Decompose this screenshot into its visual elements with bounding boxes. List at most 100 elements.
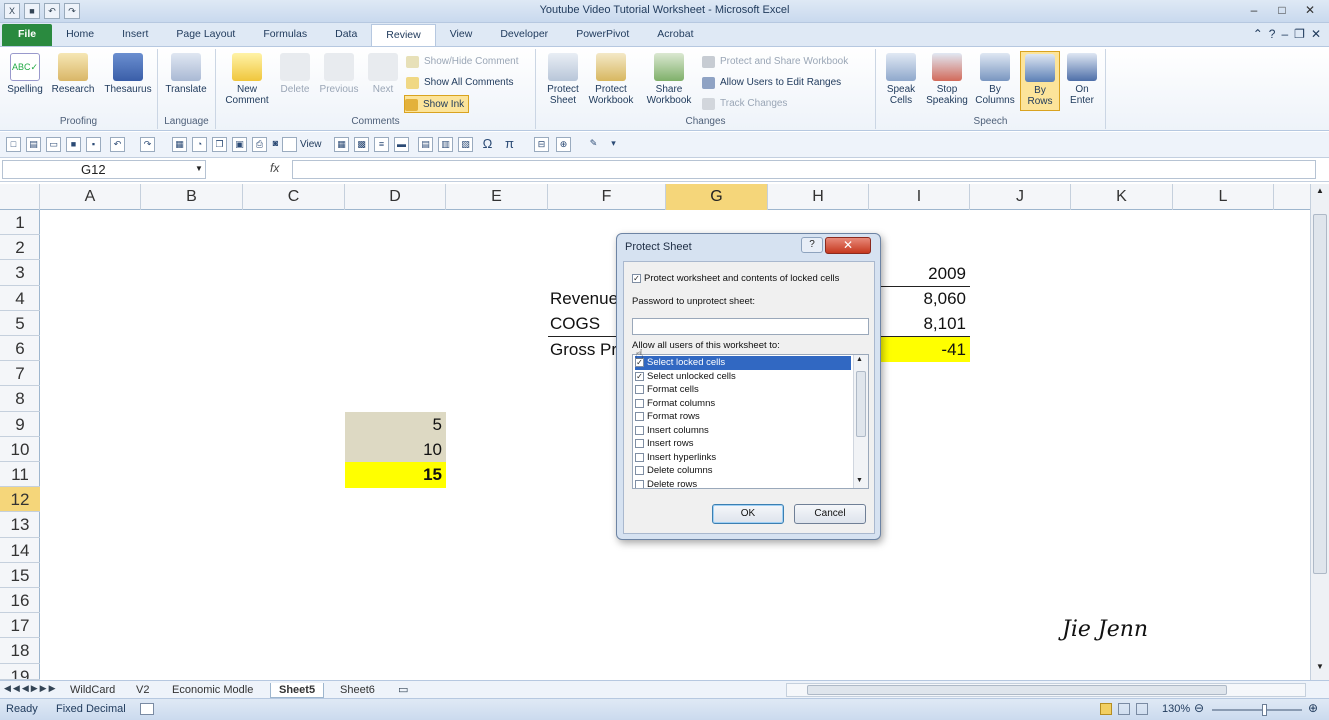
protect-and-share-button[interactable]: Protect and Share Workbook bbox=[702, 53, 848, 71]
macro-record-icon[interactable] bbox=[140, 703, 154, 715]
table-icon[interactable]: ▤ bbox=[418, 137, 433, 152]
row-header-16[interactable]: 16 bbox=[0, 588, 40, 614]
align-icon[interactable]: ≡ bbox=[374, 137, 389, 152]
tab-review[interactable]: Review bbox=[371, 24, 436, 46]
allow-users-edit-ranges-button[interactable]: Allow Users to Edit Ranges bbox=[702, 74, 841, 92]
list-scrollbar[interactable]: ▲ ▼ bbox=[853, 355, 868, 488]
insert-sheet-icon[interactable]: ▭ bbox=[398, 683, 408, 696]
row-header-3[interactable]: 3 bbox=[0, 260, 40, 286]
zoom-level[interactable]: 130% bbox=[1162, 703, 1190, 715]
cell-i3[interactable]: 2009 bbox=[869, 261, 970, 286]
protect-workbook-button[interactable]: Protect Workbook bbox=[588, 51, 634, 111]
dialog-help-button[interactable]: ? bbox=[801, 237, 823, 253]
name-box-dropdown-icon[interactable]: ▼ bbox=[195, 164, 203, 173]
zoom-in-icon[interactable]: ⊕ bbox=[1308, 701, 1318, 715]
cell-d9[interactable]: 5 bbox=[345, 412, 446, 437]
split-icon[interactable]: ▧ bbox=[458, 137, 473, 152]
stop-speaking-button[interactable]: Stop Speaking bbox=[924, 51, 970, 111]
list-item[interactable]: Format columns bbox=[635, 397, 851, 411]
tab-developer[interactable]: Developer bbox=[486, 24, 562, 46]
tab-view[interactable]: View bbox=[436, 24, 487, 46]
column-header-b[interactable]: B bbox=[141, 184, 243, 210]
zoom-out-icon[interactable]: ⊖ bbox=[1194, 701, 1204, 715]
redo-toolbar-icon[interactable]: ↷ bbox=[140, 137, 155, 152]
tab-insert[interactable]: Insert bbox=[108, 24, 162, 46]
list-scroll-down-icon[interactable]: ▼ bbox=[856, 477, 863, 484]
insert-function-icon[interactable]: fx bbox=[270, 161, 279, 175]
grid-icon[interactable]: ▩ bbox=[354, 137, 369, 152]
dialog-close-button[interactable]: ✕ bbox=[825, 237, 871, 254]
column-header-f[interactable]: F bbox=[548, 184, 666, 210]
borders-icon[interactable]: ▦ bbox=[334, 137, 349, 152]
previous-comment-button[interactable]: Previous bbox=[316, 51, 362, 111]
sheet-tab-sheet5[interactable]: Sheet5 bbox=[270, 683, 325, 698]
spelling-button[interactable]: ABC✓ Spelling bbox=[2, 51, 48, 111]
show-hide-comment-button[interactable]: Show/Hide Comment bbox=[406, 53, 518, 71]
sheet-tab-wildcard[interactable]: WildCard bbox=[62, 683, 123, 698]
row-header-1[interactable]: 1 bbox=[0, 210, 40, 236]
column-header-c[interactable]: C bbox=[243, 184, 345, 210]
row-header-6[interactable]: 6 bbox=[0, 336, 40, 362]
tab-formulas[interactable]: Formulas bbox=[249, 24, 321, 46]
tab-file[interactable]: File bbox=[2, 24, 53, 46]
chart-icon[interactable]: ◔ bbox=[192, 137, 207, 152]
next-comment-button[interactable]: Next bbox=[360, 51, 406, 111]
track-changes-button[interactable]: Track Changes bbox=[702, 95, 787, 113]
select-all-corner[interactable] bbox=[0, 184, 40, 210]
page-break-view-icon[interactable] bbox=[1136, 703, 1148, 715]
row-header-4[interactable]: 4 bbox=[0, 286, 40, 311]
folder-icon[interactable]: ▭ bbox=[46, 137, 61, 152]
column-header-g[interactable]: G bbox=[666, 184, 768, 210]
row-header-14[interactable]: 14 bbox=[0, 538, 40, 563]
row-header-5[interactable]: 5 bbox=[0, 311, 40, 336]
list-item[interactable]: Insert columns bbox=[635, 424, 851, 438]
name-box[interactable]: G12 bbox=[2, 160, 206, 179]
share-workbook-button[interactable]: Share Workbook bbox=[646, 51, 692, 111]
column-header-e[interactable]: E bbox=[446, 184, 548, 210]
paste-icon[interactable]: ▣ bbox=[232, 137, 247, 152]
save-toolbar-icon[interactable]: ■ bbox=[66, 137, 81, 152]
cell-d10[interactable]: 10 bbox=[345, 437, 446, 462]
zoom-slider-thumb[interactable] bbox=[1262, 704, 1267, 716]
row-header-10[interactable]: 10 bbox=[0, 437, 40, 462]
formula-input[interactable] bbox=[292, 160, 1316, 179]
minimize-icon[interactable]: – bbox=[1241, 2, 1267, 20]
help-icon[interactable]: ? bbox=[1269, 27, 1276, 41]
cell-i4[interactable]: 8,060 bbox=[869, 286, 970, 311]
window-restore-icon[interactable]: ❐ bbox=[1294, 27, 1305, 41]
thesaurus-button[interactable]: Thesaurus bbox=[102, 51, 154, 111]
column-header-l[interactable]: L bbox=[1173, 184, 1274, 210]
row-header-11[interactable]: 11 bbox=[0, 462, 40, 488]
new-file-icon[interactable]: □ bbox=[6, 137, 21, 152]
symbol-icon[interactable]: ⊟ bbox=[534, 137, 549, 152]
minimize-ribbon-icon[interactable]: ⌃ bbox=[1253, 27, 1263, 41]
fill-icon[interactable]: ▬ bbox=[394, 137, 409, 152]
view-checkbox[interactable] bbox=[282, 137, 297, 152]
list-item[interactable]: Insert hyperlinks bbox=[635, 451, 851, 465]
row-header-19[interactable]: 19 bbox=[0, 664, 40, 680]
show-ink-button[interactable]: Show Ink bbox=[404, 95, 470, 113]
ok-button[interactable]: OK bbox=[712, 504, 784, 524]
cell-i6[interactable]: -41 bbox=[869, 337, 970, 362]
row-header-13[interactable]: 13 bbox=[0, 512, 40, 538]
show-all-comments-button[interactable]: Show All Comments bbox=[406, 74, 513, 92]
translate-button[interactable]: Translate bbox=[163, 51, 209, 111]
undo-toolbar-icon[interactable]: ↶ bbox=[110, 137, 125, 152]
row-header-2[interactable]: 2 bbox=[0, 235, 40, 261]
scroll-up-icon[interactable]: ▲ bbox=[1313, 186, 1327, 200]
sheet-tab-economic-modle[interactable]: Economic Modle bbox=[164, 683, 261, 698]
row-header-12[interactable]: 12 bbox=[0, 487, 40, 513]
by-rows-button[interactable]: By Rows bbox=[1020, 51, 1060, 111]
list-scroll-up-icon[interactable]: ▲ bbox=[856, 356, 863, 363]
horizontal-scrollbar[interactable] bbox=[786, 683, 1306, 697]
freeze-icon[interactable]: ▥ bbox=[438, 137, 453, 152]
column-header-h[interactable]: H bbox=[768, 184, 869, 210]
list-item[interactable]: Format cells bbox=[635, 383, 851, 397]
cell-f4[interactable]: Revenue bbox=[550, 286, 618, 311]
omega-icon[interactable]: Ω bbox=[480, 137, 495, 152]
print-icon[interactable]: ⎙ bbox=[252, 137, 267, 152]
cancel-button[interactable]: Cancel bbox=[794, 504, 866, 524]
scroll-down-icon[interactable]: ▼ bbox=[1313, 662, 1327, 676]
open-file-icon[interactable]: ▤ bbox=[26, 137, 41, 152]
list-item[interactable]: Insert rows bbox=[635, 437, 851, 451]
